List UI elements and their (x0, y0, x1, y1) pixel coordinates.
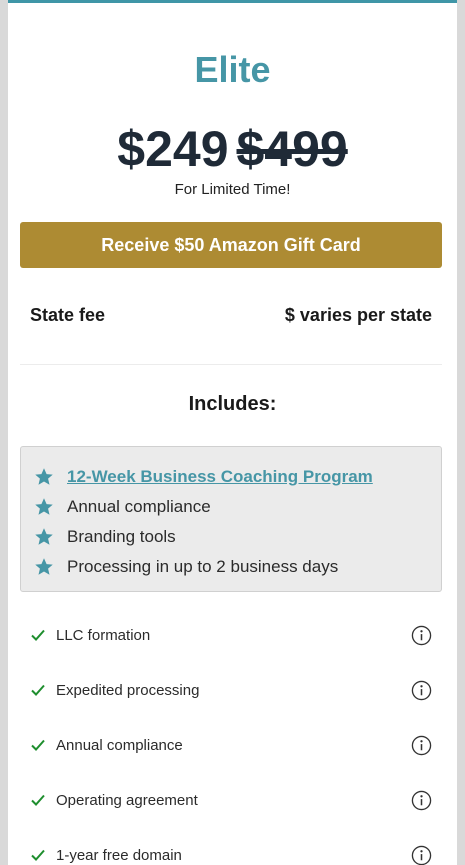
coaching-program-link[interactable]: 12-Week Business Coaching Program (67, 467, 373, 487)
highlights-box: 12-Week Business Coaching Program Annual… (20, 446, 442, 592)
feature-label: LLC formation (56, 626, 151, 644)
original-price: $499 (236, 121, 348, 177)
includes-heading: Includes: (188, 393, 277, 415)
pricing-card: Elite $249 $499 For Limited Time! Receive… (8, 0, 457, 865)
info-icon[interactable] (411, 845, 432, 865)
highlight-item-compliance: Annual compliance (34, 492, 441, 522)
info-icon[interactable] (411, 790, 432, 811)
price-row: $249 $499 (8, 119, 457, 179)
state-fee-label: State fee (30, 305, 106, 325)
promo-note: For Limited Time! (174, 181, 291, 198)
feature-item-operating-agreement: Operating agreement (30, 785, 432, 815)
state-fee-value: $ varies per state (284, 305, 432, 325)
feature-label: 1-year free domain (56, 846, 182, 864)
star-icon (35, 498, 53, 515)
gift-card-button[interactable]: Receive $50 Amazon Gift Card (20, 222, 442, 268)
star-icon (35, 528, 53, 545)
highlight-label: Annual compliance (67, 497, 211, 516)
highlight-item-coaching: 12-Week Business Coaching Program (34, 462, 441, 492)
info-icon[interactable] (411, 680, 432, 701)
highlight-label: Branding tools (67, 527, 176, 546)
state-fee-row: State fee $ varies per state (30, 305, 432, 326)
feature-item-llc-formation: LLC formation (30, 620, 432, 650)
check-icon (31, 739, 45, 751)
star-icon (35, 468, 53, 485)
check-icon (31, 629, 45, 641)
feature-item-free-domain: 1-year free domain (30, 840, 432, 865)
check-icon (31, 684, 45, 696)
divider (20, 364, 442, 365)
feature-label: Expedited processing (56, 681, 200, 699)
star-icon (35, 558, 53, 575)
current-price: $249 (117, 121, 229, 177)
highlight-item-branding: Branding tools (34, 522, 441, 552)
check-icon (31, 849, 45, 861)
highlight-item-processing: Processing in up to 2 business days (34, 552, 441, 582)
feature-label: Operating agreement (56, 791, 198, 809)
check-icon (31, 794, 45, 806)
feature-item-expedited-processing: Expedited processing (30, 675, 432, 705)
plan-title: Elite (194, 49, 271, 90)
feature-item-annual-compliance: Annual compliance (30, 730, 432, 760)
feature-label: Annual compliance (56, 736, 183, 754)
highlight-label: Processing in up to 2 business days (67, 557, 339, 576)
info-icon[interactable] (411, 735, 432, 756)
info-icon[interactable] (411, 625, 432, 646)
